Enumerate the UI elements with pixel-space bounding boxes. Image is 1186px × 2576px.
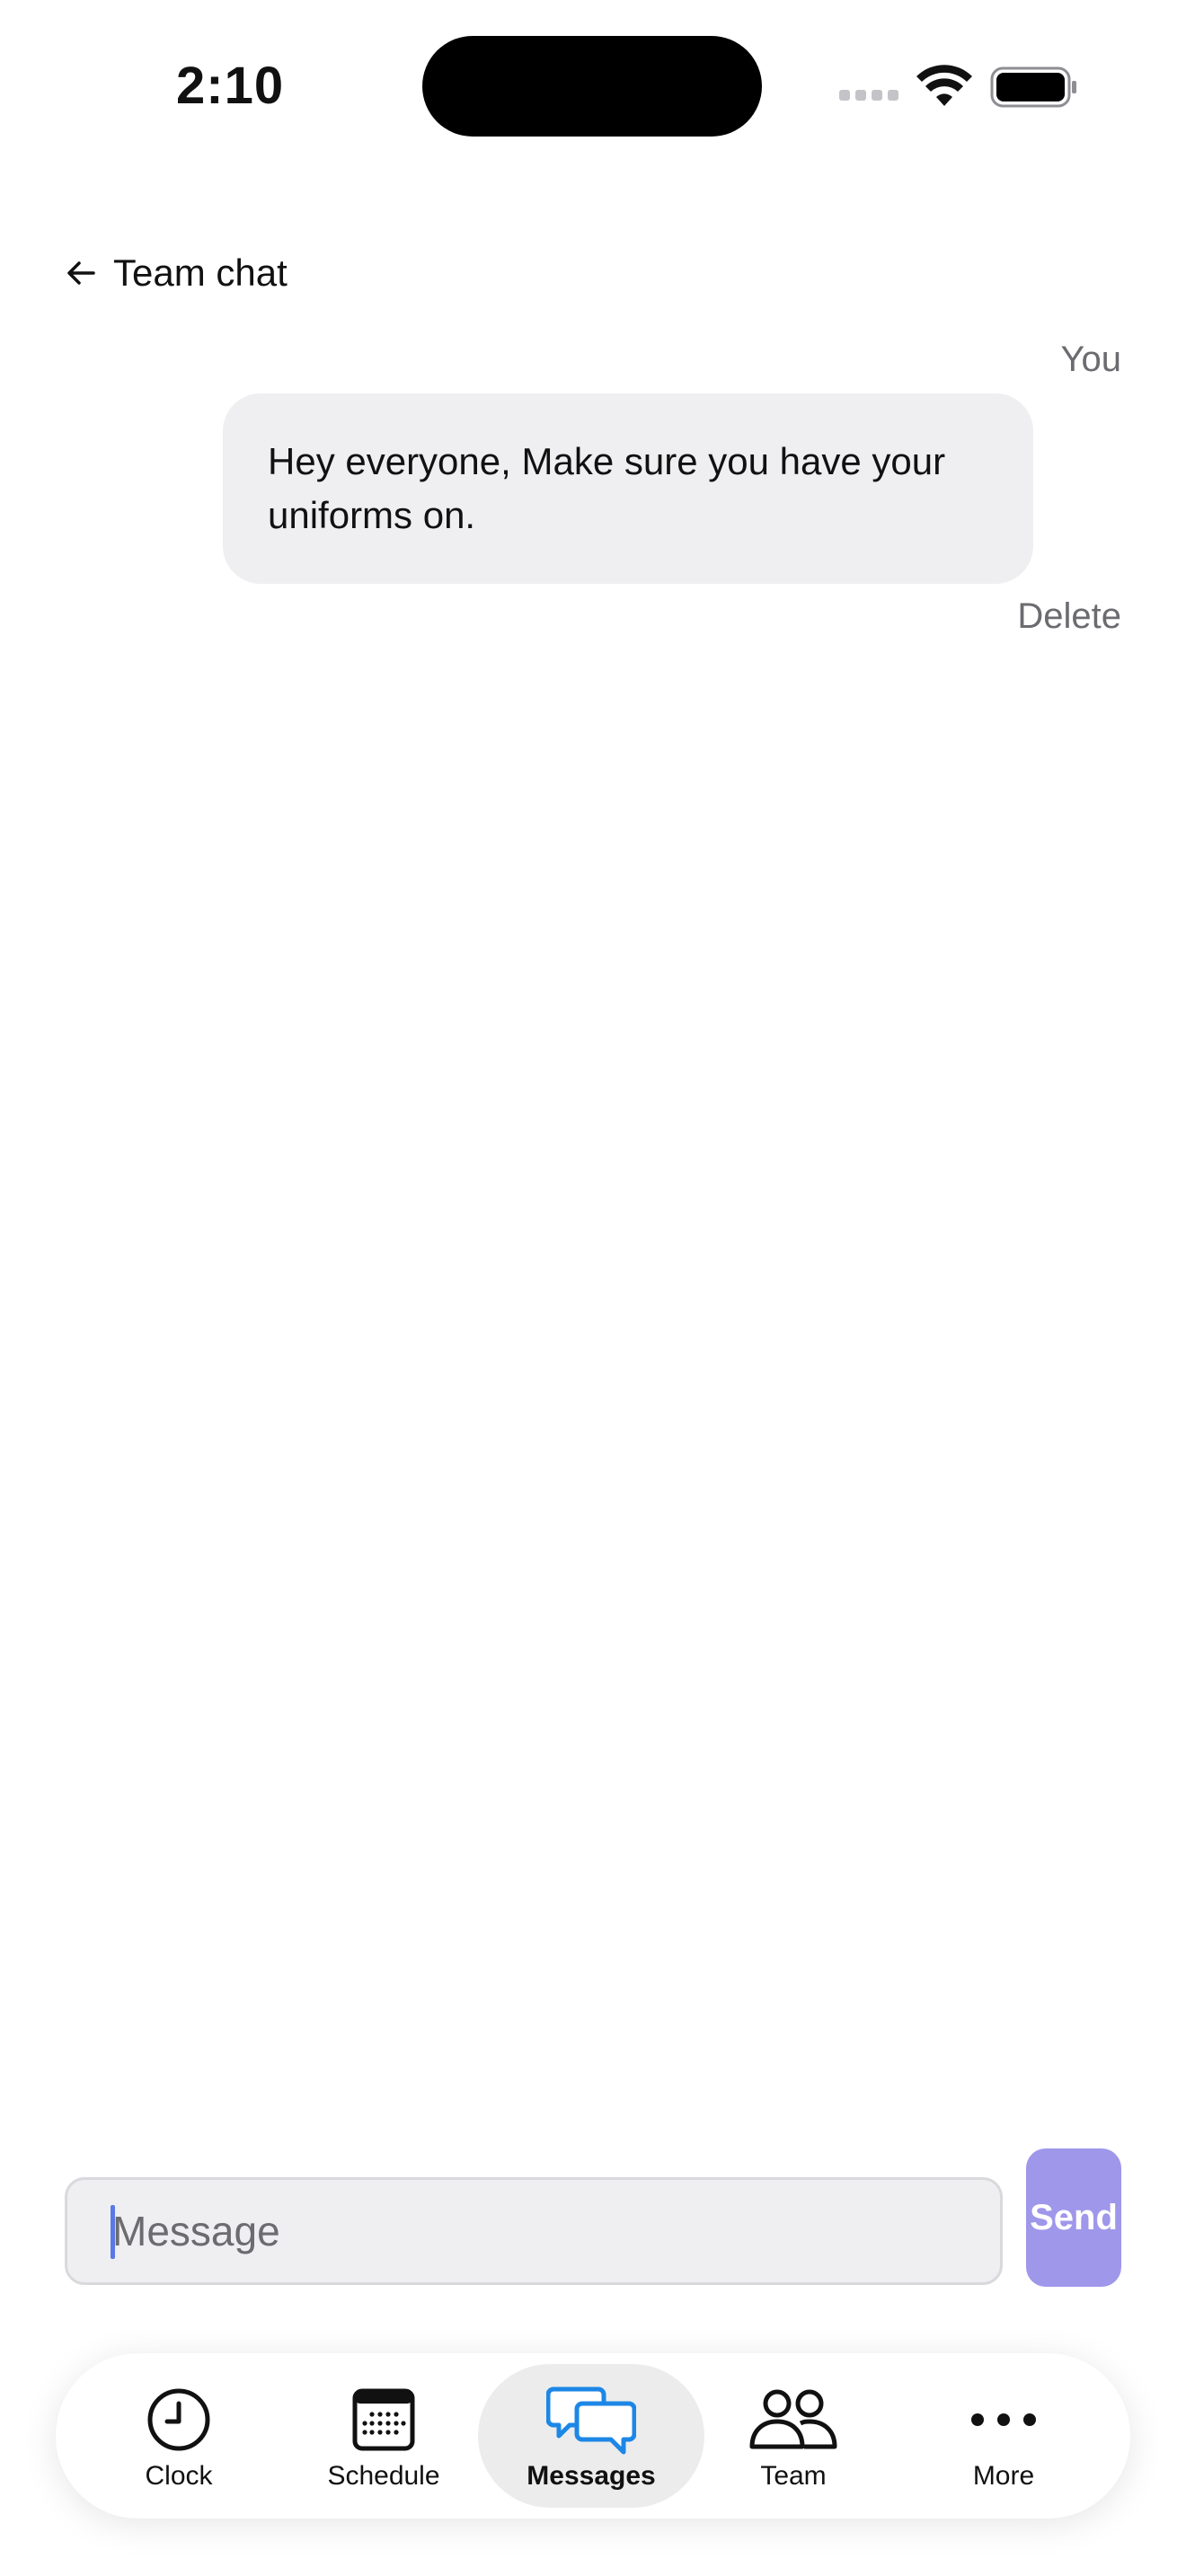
people-icon [749,2389,837,2449]
tab-clock[interactable]: Clock [77,2364,280,2508]
clock-icon [147,2388,210,2451]
message-composer [65,2177,1003,2285]
wifi-icon [916,65,972,106]
tab-label: More [972,2461,1035,2491]
more-dots-icon [971,2413,1036,2426]
message-input[interactable] [111,2206,1000,2256]
text-cursor [111,2205,115,2259]
tab-bar: Clock Schedule Messages Team More [56,2353,1130,2519]
message-bubble: Hey everyone, Make sure you have your un… [223,393,1033,584]
chat-bubbles-icon [546,2386,636,2455]
cellular-signal-icon [839,90,900,102]
tab-label: Messages [527,2461,656,2491]
tab-team[interactable]: Team [692,2364,895,2508]
tab-label: Clock [145,2461,213,2491]
battery-icon [990,66,1076,108]
tab-label: Team [760,2461,827,2491]
status-time: 2:10 [176,57,285,115]
tab-more[interactable]: More [902,2364,1105,2508]
calendar-icon [352,2388,415,2451]
tab-label: Schedule [327,2461,440,2491]
dynamic-island [422,36,762,137]
page-title: Team chat [113,251,288,294]
message-sender: You [1060,340,1122,379]
send-button[interactable]: Send [1026,2148,1121,2287]
delete-message-button[interactable]: Delete [1017,596,1121,637]
back-button[interactable]: Team chat [63,248,288,298]
tab-messages[interactable]: Messages [478,2364,704,2508]
arrow-left-icon [67,261,95,285]
tab-schedule[interactable]: Schedule [282,2364,485,2508]
